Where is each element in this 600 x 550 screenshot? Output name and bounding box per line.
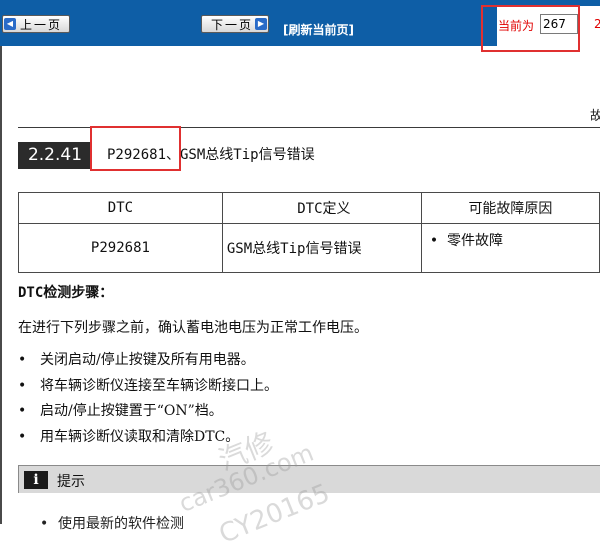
bullet-icon: •	[18, 352, 27, 368]
running-header-fragment: 故	[590, 109, 600, 124]
bullet-icon: •	[18, 403, 27, 419]
table-row: P292681 GSM总线Tip信号错误 • 零件故障	[18, 223, 600, 273]
header-rule	[18, 127, 600, 128]
hint-label: 提示	[57, 474, 85, 490]
dtc-table: DTC DTC定义 可能故障原因 P292681 GSM总线Tip信号错误 • …	[18, 192, 600, 273]
arrow-right-icon: ▶	[255, 18, 267, 30]
table-header-row: DTC DTC定义 可能故障原因	[18, 192, 600, 224]
bullet-icon: •	[429, 233, 448, 249]
current-page-input[interactable]	[540, 14, 578, 34]
list-item: • 启动/停止按键置于“ON”档。	[18, 403, 223, 419]
list-item: • 用车辆诊断仪读取和清除DTC。	[18, 428, 240, 445]
next-page-button[interactable]: 下一页 ▶	[201, 15, 269, 33]
table-cell-code: P292681	[18, 223, 223, 273]
section-number: 2.2.41	[18, 142, 92, 169]
arrow-left-icon: ◀	[4, 18, 16, 30]
steps-title: DTC检测步骤：	[18, 285, 114, 301]
section-title: P292681、GSM总线Tip信号错误	[107, 147, 315, 163]
hint-box: i 提示	[18, 465, 600, 493]
bullet-icon: •	[18, 428, 27, 445]
document-left-border	[0, 46, 2, 524]
intro-paragraph: 在进行下列步骤之前，确认蓄电池电压为正常工作电压。	[18, 320, 368, 336]
page-indicator-strip	[483, 6, 497, 46]
table-cell-cause: • 零件故障	[420, 223, 600, 273]
table-cell-definition: GSM总线Tip信号错误	[221, 223, 422, 273]
page-indicator-tail: 2	[594, 17, 600, 31]
prev-page-button[interactable]: ◀ 上一页	[2, 15, 70, 33]
bullet-icon: •	[18, 377, 27, 394]
info-icon: i	[24, 471, 48, 489]
cause-text: 零件故障	[447, 233, 504, 249]
list-item: • 将车辆诊断仪连接至车辆诊断接口上。	[18, 377, 278, 394]
table-header-definition: DTC定义	[221, 192, 422, 224]
refresh-page-link[interactable]: [刷新当前页]	[283, 21, 354, 38]
steps-list: • 关闭启动/停止按键及所有用电器。 • 将车辆诊断仪连接至车辆诊断接口上。 • 启动…	[18, 350, 278, 452]
table-header-cause: 可能故障原因	[420, 192, 600, 224]
hint-first-line: • 使用最新的软件检测	[40, 516, 184, 532]
bullet-icon: •	[40, 516, 49, 532]
current-page-label: 当前为	[498, 19, 535, 33]
table-header-dtc: DTC	[18, 192, 223, 224]
list-item: • 关闭启动/停止按键及所有用电器。	[18, 352, 255, 368]
